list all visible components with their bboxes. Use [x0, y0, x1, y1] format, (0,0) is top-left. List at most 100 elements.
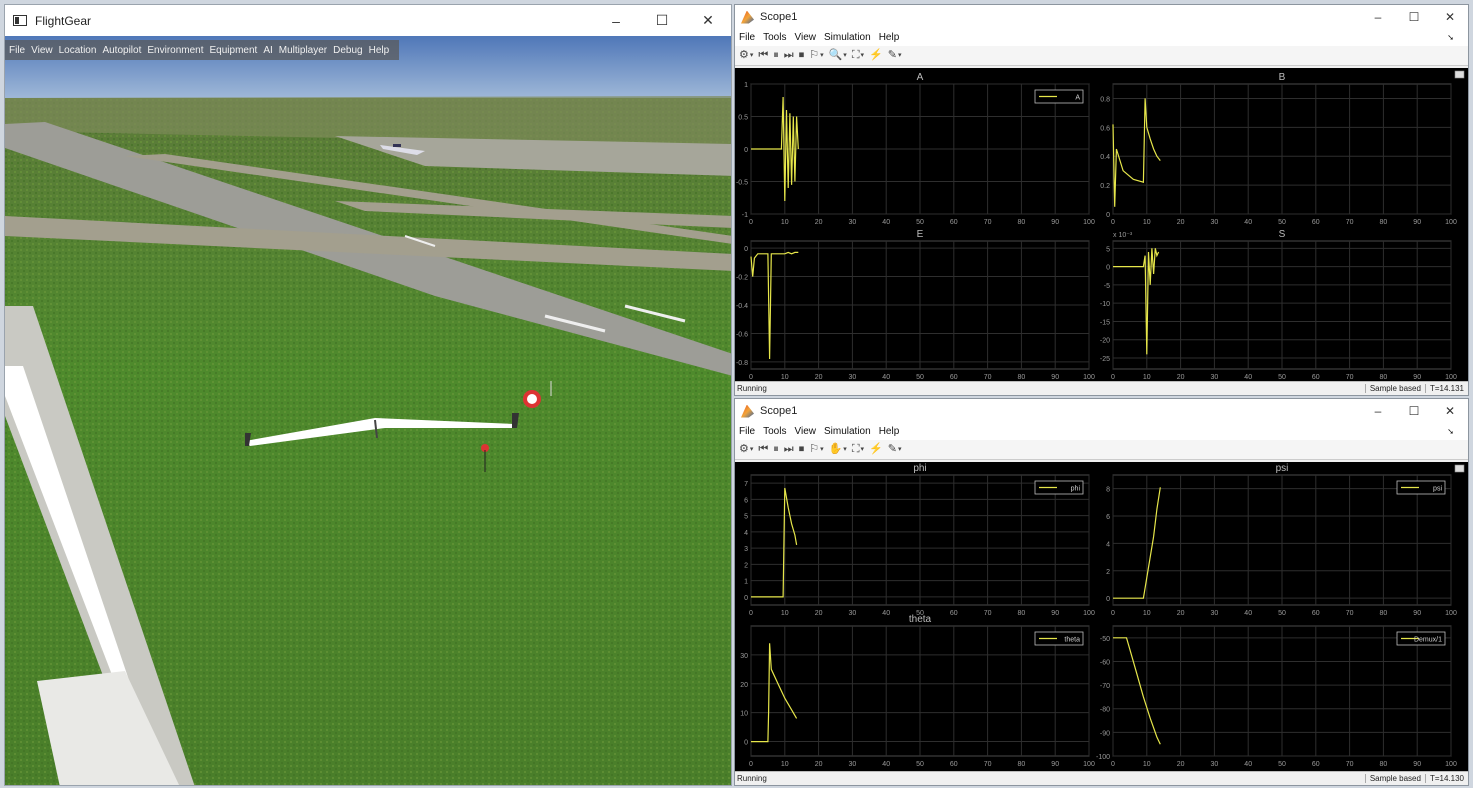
maximize-icon[interactable]: ☐ — [639, 12, 685, 29]
y-tick-label: 0 — [744, 147, 748, 154]
close-icon[interactable]: ✕ — [1432, 10, 1468, 24]
measurements-icon[interactable]: ✎ — [888, 50, 897, 61]
stop-icon[interactable]: ⏹ — [799, 444, 805, 455]
x-tick-label: 30 — [849, 610, 857, 617]
highlight-icon[interactable]: ⚐ — [809, 50, 819, 61]
menu-multiplayer[interactable]: Multiplayer — [279, 45, 327, 56]
chevron-down-icon[interactable]: ▾ — [898, 52, 902, 59]
maximize-icon[interactable]: ☐ — [1396, 404, 1432, 418]
x-tick-label: 20 — [1177, 610, 1185, 617]
triggers-icon[interactable]: ⚡ — [869, 50, 883, 61]
settings-icon[interactable]: ⚙ — [739, 444, 749, 455]
y-tick-label: 4 — [744, 530, 748, 537]
x-tick-label: 60 — [1312, 761, 1320, 768]
y-tick-label: 0.2 — [1100, 183, 1110, 190]
measurements-icon[interactable]: ✎ — [888, 444, 897, 455]
dock-arrow-icon[interactable]: ➘ — [1447, 33, 1454, 42]
chart-6: theta0 10 20 30 40 50 60 70 80 90 1003020100theta — [740, 614, 1095, 768]
menu-file[interactable]: File — [739, 426, 755, 437]
menu-help[interactable]: Help — [879, 426, 900, 437]
x-tick-label: 30 — [1211, 610, 1219, 617]
y-tick-label: -20 — [1100, 338, 1110, 345]
close-icon[interactable]: ✕ — [685, 12, 731, 29]
y-tick-label: 6 — [744, 497, 748, 504]
chevron-down-icon[interactable]: ▾ — [820, 52, 824, 59]
chevron-down-icon[interactable]: ▾ — [750, 446, 754, 453]
chart-5: psi0 10 20 30 40 50 60 70 80 90 10086420psi — [1106, 463, 1457, 617]
y-tick-label: 5 — [744, 514, 748, 521]
undock-icon — [1454, 464, 1465, 473]
maximize-icon[interactable]: ☐ — [1396, 10, 1432, 24]
status-mode: Sample based — [1364, 774, 1425, 783]
menu-environment[interactable]: Environment — [147, 45, 203, 56]
highlight-icon[interactable]: ⚐ — [809, 444, 819, 455]
chart-1: B 0 10 20 30 40 50 60 70 80 90 100 0.8 0.6 0.4 0.2 0 — [1100, 72, 1457, 226]
minimize-icon[interactable]: – — [1360, 10, 1396, 24]
menu-help[interactable]: Help — [879, 32, 900, 43]
dock-arrow-icon[interactable]: ➘ — [1447, 427, 1454, 436]
scope-window-controls: – ☐ ✕ — [1360, 5, 1468, 29]
pan-hand-icon[interactable]: ✋ — [829, 444, 843, 455]
plot-area-bottom: phi 0 10 20 30 40 50 60 70 80 90 100 7 6 5 4 3 2 1 0 phi psi 0… — [735, 462, 1468, 772]
x-tick-label: 30 — [1211, 374, 1219, 381]
status-time: T=14.130 — [1424, 774, 1468, 783]
chevron-down-icon[interactable]: ▾ — [861, 446, 865, 453]
x-tick-label: 0 — [749, 610, 753, 617]
plot-area-top: A 0 10 20 30 40 50 60 70 80 90 100 1 0.5 0 -0.5 -1 A B 0 10 2… — [735, 68, 1468, 382]
menu-simulation[interactable]: Simulation — [824, 426, 871, 437]
menu-tools[interactable]: Tools — [763, 426, 786, 437]
step-forward-icon[interactable]: ⏭ — [784, 444, 794, 455]
menu-tools[interactable]: Tools — [763, 32, 786, 43]
x-tick-label: 20 — [815, 761, 823, 768]
pause-icon[interactable]: ⏸ — [773, 50, 779, 61]
menu-help[interactable]: Help — [369, 45, 390, 56]
close-icon[interactable]: ✕ — [1432, 404, 1468, 418]
y-tick-label: -50 — [1100, 636, 1110, 643]
y-tick-label: 10 — [740, 711, 748, 718]
y-tick-label: 30 — [740, 653, 748, 660]
chevron-down-icon[interactable]: ▾ — [898, 446, 902, 453]
x-tick-label: 60 — [1312, 610, 1320, 617]
scale-axes-icon[interactable]: ⛶ — [852, 444, 860, 455]
step-back-icon[interactable]: ⏮ — [758, 50, 768, 61]
menu-view[interactable]: View — [794, 32, 816, 43]
menu-simulation[interactable]: Simulation — [824, 32, 871, 43]
menu-equipment[interactable]: Equipment — [210, 45, 258, 56]
stop-icon[interactable]: ⏹ — [799, 50, 805, 61]
scope-titlebar: Scope1 – ☐ ✕ — [735, 5, 1468, 29]
chevron-down-icon[interactable]: ▾ — [750, 52, 754, 59]
y-tick-label: 3 — [744, 546, 748, 553]
chevron-down-icon[interactable]: ▾ — [843, 52, 847, 59]
x-tick-label: 20 — [815, 610, 823, 617]
status-running: Running — [737, 384, 767, 393]
menu-view[interactable]: View — [794, 426, 816, 437]
menu-autopilot[interactable]: Autopilot — [102, 45, 141, 56]
scope-menubar: File Tools View Simulation Help ➘ — [735, 423, 1468, 440]
pause-icon[interactable]: ⏸ — [773, 444, 779, 455]
menu-location[interactable]: Location — [59, 45, 97, 56]
scale-axes-icon[interactable]: ⛶ — [852, 50, 860, 61]
menu-file[interactable]: File — [739, 32, 755, 43]
x-tick-label: 70 — [984, 374, 992, 381]
menu-ai[interactable]: AI — [263, 45, 272, 56]
menu-file[interactable]: File — [9, 45, 25, 56]
scope-window-controls: – ☐ ✕ — [1360, 399, 1468, 423]
step-forward-icon[interactable]: ⏭ — [784, 50, 794, 61]
x-tick-label: 60 — [950, 610, 958, 617]
step-back-icon[interactable]: ⏮ — [758, 444, 768, 455]
menu-view[interactable]: View — [31, 45, 53, 56]
menu-debug[interactable]: Debug — [333, 45, 362, 56]
triggers-icon[interactable]: ⚡ — [869, 444, 883, 455]
zoom-icon[interactable]: 🔍 — [829, 50, 843, 61]
scope-title: Scope1 — [760, 11, 798, 23]
flightgear-menubar: File View Location Autopilot Environment… — [5, 40, 400, 60]
chevron-down-icon[interactable]: ▾ — [843, 446, 847, 453]
minimize-icon[interactable]: – — [593, 13, 639, 29]
chevron-down-icon[interactable]: ▾ — [861, 52, 865, 59]
x-tick-label: 20 — [1177, 761, 1185, 768]
minimize-icon[interactable]: – — [1360, 404, 1396, 418]
settings-icon[interactable]: ⚙ — [739, 50, 749, 61]
chevron-down-icon[interactable]: ▾ — [820, 446, 824, 453]
undock-icon — [1454, 70, 1465, 79]
x-tick-label: 90 — [1051, 610, 1059, 617]
